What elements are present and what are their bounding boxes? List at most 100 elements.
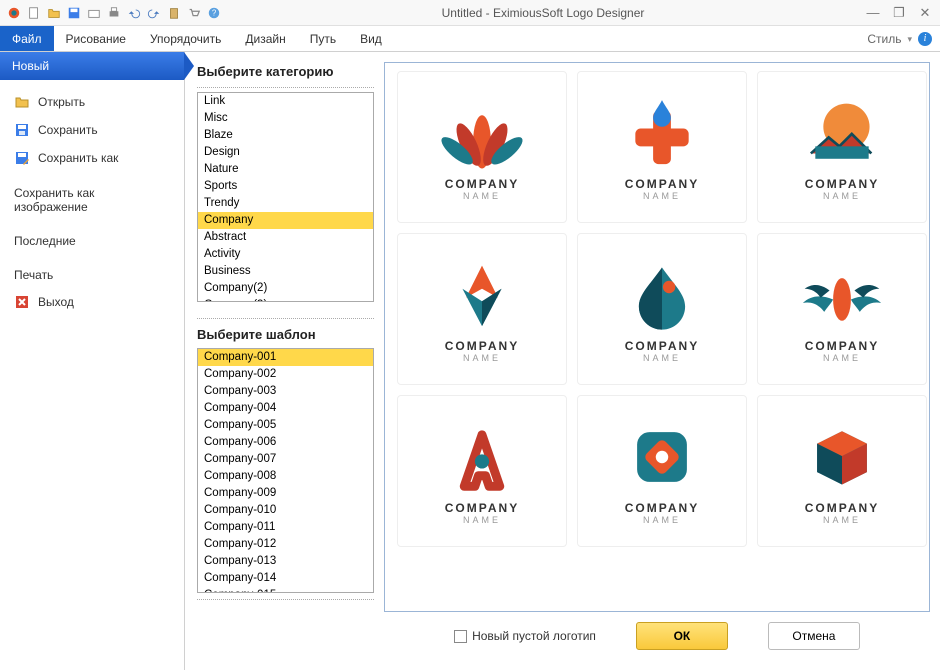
disk-edit-icon [14,150,30,166]
template-option[interactable]: Company-001 [198,349,373,366]
maximize-icon[interactable]: ❐ [890,5,908,21]
menu-file[interactable]: Файл [0,26,54,51]
print-icon[interactable] [106,5,122,21]
logo-card-cube-3d[interactable]: COMPANYNAME [757,395,927,547]
template-title: Выберите шаблон [197,327,374,342]
disk-icon [14,122,30,138]
window-controls: — ❐ ✕ [864,5,934,21]
ok-button[interactable]: ОК [636,622,728,650]
template-option[interactable]: Company-008 [198,468,373,485]
menu-design[interactable]: Дизайн [233,26,297,51]
svg-text:?: ? [212,8,217,17]
template-option[interactable]: Company-003 [198,383,373,400]
style-label: Стиль [867,26,901,52]
category-option[interactable]: Blaze [198,127,373,144]
window-title: Untitled - EximiousSoft Logo Designer [222,6,864,20]
save-icon[interactable] [66,5,82,21]
sidebar-item-3[interactable]: Сохранить как изображение [0,180,184,220]
category-option[interactable]: Design [198,144,373,161]
template-option[interactable]: Company-005 [198,417,373,434]
sidebar-item-1[interactable]: Сохранить [0,116,184,144]
category-option[interactable]: Misc [198,110,373,127]
menu-arrange[interactable]: Упорядочить [138,26,233,51]
logo-card-water-drop[interactable]: COMPANYNAME [577,233,747,385]
new-file-icon[interactable] [26,5,42,21]
checkbox-label: Новый пустой логотип [472,629,596,643]
sidebar-item-label: Последние [14,234,76,248]
checkbox-icon[interactable] [454,630,467,643]
cancel-button[interactable]: Отмена [768,622,860,650]
sidebar-new[interactable]: Новый [0,52,184,80]
close-icon[interactable]: ✕ [916,5,934,21]
template-option[interactable]: Company-014 [198,570,373,587]
logo-card-house-sun[interactable]: COMPANYNAME [757,71,927,223]
template-option[interactable]: Company-007 [198,451,373,468]
sidebar-item-label: Выход [38,295,74,309]
empty-logo-checkbox[interactable]: Новый пустой логотип [454,629,596,643]
sidebar-item-label: Сохранить как [38,151,118,165]
sidebar-item-0[interactable]: Открыть [0,88,184,116]
undo-icon[interactable] [126,5,142,21]
template-option[interactable]: Company-009 [198,485,373,502]
template-option[interactable]: Company-006 [198,434,373,451]
logo-label: COMPANYNAME [805,501,879,525]
category-option[interactable]: Abstract [198,229,373,246]
category-option[interactable]: Company(2) [198,280,373,297]
logo-card-lotus[interactable]: COMPANYNAME [397,71,567,223]
template-option[interactable]: Company-013 [198,553,373,570]
logo-label: COMPANYNAME [445,501,519,525]
template-option[interactable]: Company-004 [198,400,373,417]
logo-card-wings-flame[interactable]: COMPANYNAME [757,233,927,385]
menu-view[interactable]: Вид [348,26,394,51]
sidebar-item-label: Печать [14,268,53,282]
cart-icon[interactable] [186,5,202,21]
open-folder-icon[interactable] [46,5,62,21]
app-logo-icon [6,5,22,21]
sidebar-item-6[interactable]: Выход [0,288,184,316]
template-option[interactable]: Company-010 [198,502,373,519]
template-option[interactable]: Company-002 [198,366,373,383]
category-option[interactable]: Trendy [198,195,373,212]
template-listbox[interactable]: Company-001Company-002Company-003Company… [197,348,374,593]
logo-gallery[interactable]: COMPANYNAMECOMPANYNAMECOMPANYNAMECOMPANY… [384,62,930,612]
export-icon[interactable] [86,5,102,21]
paste-icon[interactable] [166,5,182,21]
menu-drawing[interactable]: Рисование [54,26,138,51]
redo-icon[interactable] [146,5,162,21]
logo-card-arrow-star[interactable]: COMPANYNAME [397,233,567,385]
logo-label: COMPANYNAME [625,501,699,525]
menu-bar: Файл Рисование Упорядочить Дизайн Путь В… [0,26,940,52]
template-option[interactable]: Company-015 [198,587,373,593]
toolbar-quick-icons: ? [6,5,222,21]
logo-card-square-diamond[interactable]: COMPANYNAME [577,395,747,547]
menu-style[interactable]: Стиль ▾ i [859,26,940,51]
category-option[interactable]: Link [198,93,373,110]
help-icon[interactable]: ? [206,5,222,21]
category-option[interactable]: Sports [198,178,373,195]
template-option[interactable]: Company-011 [198,519,373,536]
content-area: Новый Открыть Сохранить Сохранить как Сохра… [0,52,940,670]
category-option[interactable]: Business [198,263,373,280]
category-option[interactable]: Company [198,212,373,229]
category-title: Выберите категорию [197,64,374,79]
title-bar: ? Untitled - EximiousSoft Logo Designer … [0,0,940,26]
sidebar-item-label: Открыть [38,95,85,109]
right-pane: COMPANYNAMECOMPANYNAMECOMPANYNAMECOMPANY… [380,52,940,670]
info-icon[interactable]: i [918,32,932,46]
logo-label: COMPANYNAME [625,339,699,363]
folder-icon [14,94,30,110]
logo-card-letter-a[interactable]: COMPANYNAME [397,395,567,547]
sidebar-item-2[interactable]: Сохранить как [0,144,184,172]
menu-path[interactable]: Путь [298,26,348,51]
sidebar-item-5[interactable]: Печать [0,262,184,288]
category-listbox[interactable]: LinkMiscBlazeDesignNatureSportsTrendyCom… [197,92,374,302]
logo-card-cross-drop[interactable]: COMPANYNAME [577,71,747,223]
category-option[interactable]: Nature [198,161,373,178]
sidebar-item-label: Сохранить как изображение [14,186,170,214]
template-option[interactable]: Company-012 [198,536,373,553]
minimize-icon[interactable]: — [864,5,882,21]
middle-panel: Выберите категорию LinkMiscBlazeDesignNa… [185,52,380,670]
category-option[interactable]: Activity [198,246,373,263]
bottom-bar: Новый пустой логотип ОК Отмена [384,612,930,660]
sidebar-item-4[interactable]: Последние [0,228,184,254]
